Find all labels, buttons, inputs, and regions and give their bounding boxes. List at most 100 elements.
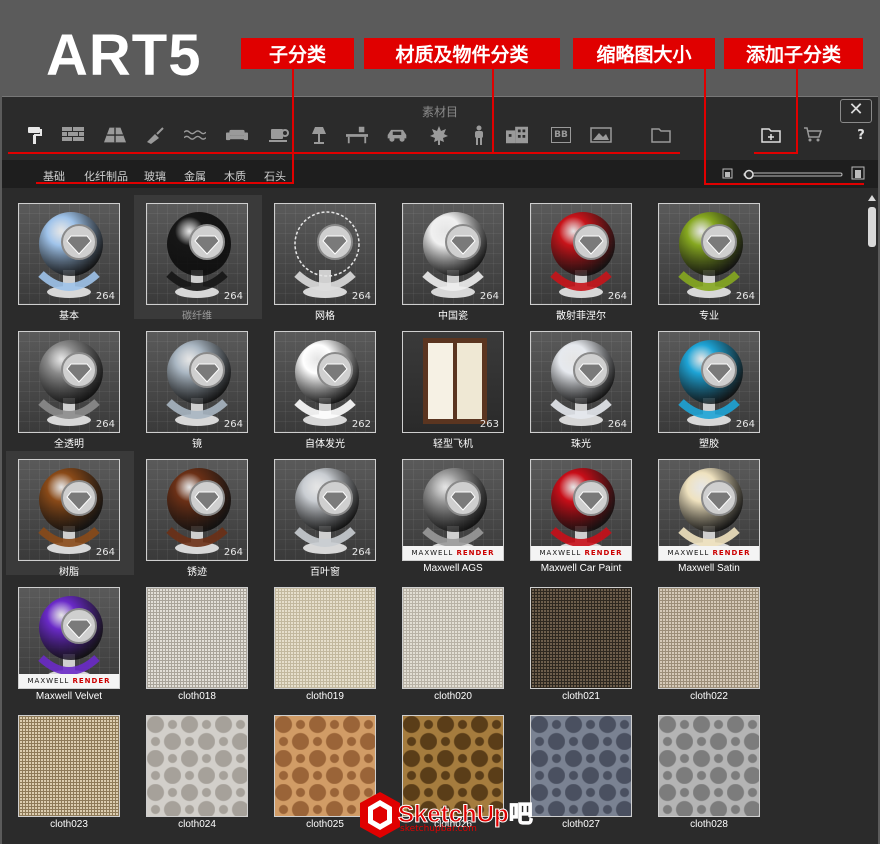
maple-leaf-icon[interactable] — [428, 125, 450, 145]
material-label: 基本 — [59, 311, 79, 322]
material-thumbnail[interactable] — [658, 587, 760, 689]
material-cell[interactable]: 264 珠光 — [518, 323, 638, 450]
annotation-line — [796, 69, 798, 154]
annotation-line — [492, 69, 494, 153]
thumbnail-number: 264 — [95, 419, 115, 430]
material-thumbnail[interactable]: 264 — [18, 203, 120, 305]
material-thumbnail[interactable]: 264 — [530, 331, 632, 433]
material-browser-window: 素材目 ✕ BB ? 基础 化纤制品 玻璃 金属 木质 石头 264 基本 26… — [2, 96, 878, 844]
close-icon: ✕ — [848, 99, 864, 120]
material-cell[interactable]: MAXWELL RENDER Maxwell Velvet — [6, 579, 126, 703]
material-cell[interactable]: 264 树脂 — [6, 451, 134, 578]
scroll-thumb[interactable] — [868, 207, 876, 247]
folder-icon[interactable] — [650, 125, 672, 145]
material-cell[interactable]: cloth018 — [134, 579, 254, 703]
annotation-line — [8, 152, 680, 154]
material-thumbnail[interactable]: 264 — [658, 203, 760, 305]
material-cell[interactable]: cloth019 — [262, 579, 382, 703]
material-cell[interactable]: cloth028 — [646, 707, 766, 831]
desk-icon[interactable] — [346, 125, 368, 145]
thumbnail-number: 264 — [735, 419, 755, 430]
material-cell[interactable]: 264 中国瓷 — [390, 195, 510, 322]
person-icon[interactable] — [468, 125, 490, 145]
brand-title: ART5 — [46, 23, 202, 88]
thumbnail-number: 264 — [607, 419, 627, 430]
brick-wall-icon[interactable] — [62, 125, 84, 145]
building-icon[interactable] — [506, 125, 528, 145]
material-thumbnail[interactable]: MAXWELL RENDER — [530, 459, 632, 561]
car-icon[interactable] — [386, 125, 408, 145]
material-thumbnail[interactable]: 264 — [530, 203, 632, 305]
material-cell[interactable]: 264 散射菲涅尔 — [518, 195, 638, 322]
material-thumbnail[interactable]: MAXWELL RENDER — [18, 587, 120, 689]
roof-tiles-icon[interactable] — [104, 125, 126, 145]
material-label: 全透明 — [54, 439, 84, 450]
material-cell[interactable]: cloth020 — [390, 579, 510, 703]
material-cell[interactable]: 264 专业 — [646, 195, 766, 322]
trowel-icon[interactable] — [144, 125, 166, 145]
material-thumbnail[interactable] — [274, 587, 376, 689]
lamp-icon[interactable] — [308, 125, 330, 145]
material-cell[interactable]: 264 碳纤维 — [134, 195, 262, 322]
material-cell[interactable]: MAXWELL RENDER Maxwell AGS — [390, 451, 510, 575]
material-cell[interactable]: 264 基本 — [6, 195, 126, 322]
material-cell[interactable]: 264 塑胶 — [646, 323, 766, 450]
material-thumbnail[interactable] — [146, 587, 248, 689]
logo-url: sketchupbar.com — [400, 824, 477, 834]
material-thumbnail[interactable] — [402, 587, 504, 689]
maxwell-logo: MAXWELL RENDER — [403, 546, 503, 560]
material-label: Maxwell Car Paint — [540, 563, 622, 574]
sofa-icon[interactable] — [226, 125, 248, 145]
material-label: 塑胶 — [699, 439, 719, 450]
material-thumbnail[interactable]: 264 — [402, 203, 504, 305]
vertical-scrollbar[interactable] — [866, 193, 878, 844]
coffee-cup-icon[interactable] — [268, 125, 290, 145]
thumbnail-size-slider[interactable] — [722, 166, 870, 182]
material-thumbnail[interactable]: 264 — [18, 331, 120, 433]
material-cell[interactable]: MAXWELL RENDER Maxwell Car Paint — [518, 451, 638, 575]
material-cell[interactable]: 263 轻型飞机 — [390, 323, 510, 450]
cart-icon[interactable] — [802, 125, 824, 145]
thumbnail-number: 264 — [351, 547, 371, 558]
material-cell[interactable]: cloth024 — [134, 707, 254, 831]
material-thumbnail[interactable]: 264 — [274, 203, 376, 305]
material-cell[interactable]: cloth022 — [646, 579, 766, 703]
material-thumbnail[interactable]: MAXWELL RENDER — [402, 459, 504, 561]
material-thumbnail[interactable]: 264 — [658, 331, 760, 433]
scroll-up-arrow[interactable] — [868, 195, 876, 201]
material-cell[interactable]: 264 全透明 — [6, 323, 126, 450]
bb-icon[interactable]: BB — [550, 125, 572, 145]
callout-subcategory: 子分类 — [241, 38, 354, 69]
material-thumbnail[interactable]: 262 — [274, 331, 376, 433]
material-cell[interactable]: 264 镜 — [134, 323, 254, 450]
material-thumbnail[interactable]: 263 — [402, 331, 504, 433]
slider-knob — [744, 169, 754, 180]
thumbnail-number: 264 — [735, 291, 755, 302]
material-thumbnail[interactable]: 264 — [18, 459, 120, 561]
material-cell[interactable]: cloth023 — [6, 707, 126, 831]
add-folder-icon[interactable] — [760, 125, 782, 145]
material-thumbnail[interactable]: 264 — [146, 203, 248, 305]
paint-roller-icon[interactable] — [24, 125, 46, 145]
material-thumbnail[interactable] — [530, 587, 632, 689]
material-thumbnail[interactable]: MAXWELL RENDER — [658, 459, 760, 561]
close-button[interactable]: ✕ — [840, 99, 872, 123]
picture-icon[interactable] — [590, 125, 612, 145]
water-icon[interactable] — [184, 125, 206, 145]
material-cell[interactable]: 264 锈迹 — [134, 451, 254, 578]
material-cell[interactable]: cloth021 — [518, 579, 638, 703]
annotation-line — [704, 69, 706, 184]
help-icon[interactable]: ? — [850, 125, 872, 145]
material-thumbnail[interactable]: 264 — [146, 331, 248, 433]
material-cell[interactable]: 262 自体发光 — [262, 323, 382, 450]
material-thumbnail[interactable] — [146, 715, 248, 817]
material-thumbnail[interactable]: 264 — [274, 459, 376, 561]
material-thumbnail[interactable] — [18, 715, 120, 817]
material-cell[interactable]: 264 网格 — [262, 195, 382, 322]
material-label: cloth021 — [562, 691, 600, 702]
material-label: 网格 — [315, 311, 335, 322]
material-cell[interactable]: MAXWELL RENDER Maxwell Satin — [646, 451, 766, 575]
material-thumbnail[interactable]: 264 — [146, 459, 248, 561]
material-thumbnail[interactable] — [658, 715, 760, 817]
material-cell[interactable]: 264 百叶窗 — [262, 451, 382, 578]
